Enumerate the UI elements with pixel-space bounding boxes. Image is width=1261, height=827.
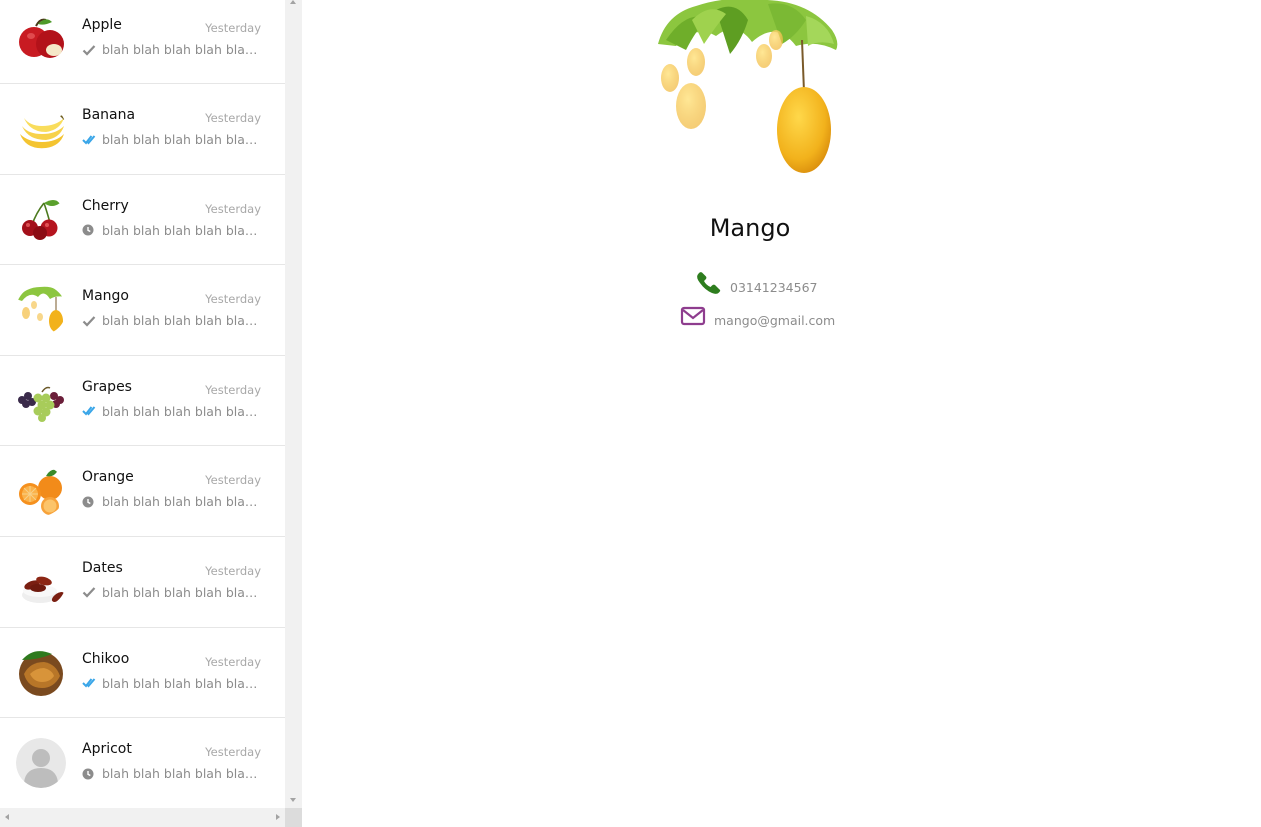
avatar <box>16 556 66 607</box>
chat-list-item[interactable]: Mango Yesterday blah blah blah blah blah b… <box>0 265 285 356</box>
chat-preview: blah blah blah blah blah blah <box>82 223 264 238</box>
scroll-right-arrow-icon[interactable] <box>276 814 280 820</box>
avatar <box>16 647 66 698</box>
avatar <box>16 194 66 245</box>
chat-list[interactable]: Apple Yesterday blah blah blah blah blah b… <box>0 0 285 808</box>
avatar <box>16 104 66 154</box>
chat-list-item[interactable]: Apple Yesterday blah blah blah blah blah b… <box>0 0 285 84</box>
double-check-icon <box>82 405 96 417</box>
chat-name: Grapes <box>82 378 132 395</box>
preview-text: blah blah blah blah blah blah <box>102 313 264 329</box>
avatar <box>16 738 66 789</box>
email-address[interactable]: mango@gmail.com <box>714 313 835 328</box>
chat-sidebar: Apple Yesterday blah blah blah blah blah b… <box>0 0 302 827</box>
preview-text: blah blah blah blah blah blah <box>102 42 264 57</box>
contact-profile: Mango 03141234567 mango@gmail.com <box>302 0 1261 827</box>
chat-list-item[interactable]: Banana Yesterday blah blah blah blah blah … <box>0 84 285 175</box>
envelope-icon <box>680 305 706 332</box>
scroll-up-arrow-icon[interactable] <box>290 0 296 4</box>
chat-preview: blah blah blah blah blah blah <box>82 494 264 509</box>
check-icon <box>82 315 96 327</box>
chat-name: Dates <box>82 559 123 576</box>
chat-preview: blah blah blah blah blah blah <box>82 313 264 328</box>
chat-preview: blah blah blah blah blah blah <box>82 766 264 781</box>
mango-image <box>658 0 838 173</box>
chat-name: Orange <box>82 469 134 486</box>
phone-number[interactable]: 03141234567 <box>730 280 817 295</box>
chat-list-item[interactable]: Grapes Yesterday blah blah blah blah blah … <box>0 355 285 447</box>
check-icon <box>82 44 96 56</box>
preview-text: blah blah blah blah blah blah <box>102 494 264 510</box>
chat-name: Chikoo <box>82 650 130 667</box>
avatar <box>16 375 66 426</box>
preview-text: blah blah blah blah blah blah <box>102 403 264 419</box>
email-row[interactable]: mango@gmail.com <box>680 305 835 332</box>
chat-name: Banana <box>82 107 136 123</box>
chat-preview: blah blah blah blah blah blah <box>82 132 264 147</box>
chat-preview: blah blah blah blah blah blah <box>82 676 264 691</box>
preview-text: blah blah blah blah blah blah <box>102 132 264 147</box>
chat-list-item[interactable]: Apricot Yesterday blah blah blah blah blah… <box>0 718 285 808</box>
chat-timestamp: Yesterday <box>205 745 261 760</box>
check-icon <box>82 586 96 599</box>
preview-text: blah blah blah blah blah blah <box>102 675 264 691</box>
double-check-icon <box>82 677 96 689</box>
avatar <box>16 14 66 64</box>
clock-icon <box>82 224 96 236</box>
chat-preview: blah blah blah blah blah blah <box>82 42 264 57</box>
chat-preview: blah blah blah blah blah blah <box>82 404 264 419</box>
avatar <box>16 466 66 517</box>
preview-text: blah blah blah blah blah blah <box>102 584 264 600</box>
preview-text: blah blah blah blah blah blah <box>102 222 264 238</box>
chat-timestamp: Yesterday <box>205 654 261 669</box>
chat-list-item[interactable]: Cherry Yesterday blah blah blah blah blah … <box>0 174 285 266</box>
chat-list-item[interactable]: Dates Yesterday blah blah blah blah blah b… <box>0 536 285 628</box>
chat-timestamp: Yesterday <box>205 111 261 125</box>
scroll-left-arrow-icon[interactable] <box>5 814 9 820</box>
double-check-icon <box>82 134 96 146</box>
phone-row[interactable]: 03141234567 <box>696 270 817 301</box>
chat-timestamp: Yesterday <box>205 201 261 216</box>
preview-text: blah blah blah blah blah blah <box>102 766 264 782</box>
profile-name: Mango <box>709 214 791 242</box>
chat-timestamp: Yesterday <box>205 473 261 488</box>
chat-list-item[interactable]: Orange Yesterday blah blah blah blah blah … <box>0 446 285 537</box>
chat-preview: blah blah blah blah blah blah <box>82 585 264 600</box>
phone-icon <box>696 270 722 301</box>
chat-name: Mango <box>82 288 129 305</box>
chat-name: Apricot <box>82 741 132 758</box>
scrollbar-corner <box>285 808 302 827</box>
scroll-down-arrow-icon[interactable] <box>290 798 296 802</box>
chat-timestamp: Yesterday <box>205 21 261 35</box>
profile-photo <box>656 0 840 176</box>
horizontal-scrollbar[interactable] <box>0 808 285 827</box>
chat-timestamp: Yesterday <box>205 563 261 578</box>
clock-icon <box>82 496 96 508</box>
clock-icon <box>82 768 96 780</box>
app-window: Apple Yesterday blah blah blah blah blah b… <box>0 0 1261 827</box>
vertical-scrollbar[interactable] <box>285 0 302 808</box>
chat-name: Apple <box>82 17 122 33</box>
chat-timestamp: Yesterday <box>205 382 261 397</box>
chat-timestamp: Yesterday <box>205 292 261 307</box>
chat-list-item[interactable]: Chikoo Yesterday blah blah blah blah blah … <box>0 627 285 719</box>
avatar <box>16 285 66 336</box>
chat-name: Cherry <box>82 197 129 214</box>
